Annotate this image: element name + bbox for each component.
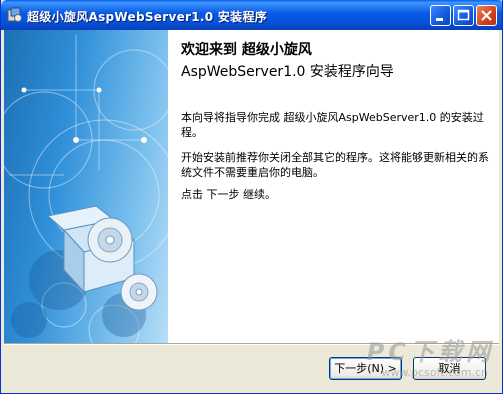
minimize-icon bbox=[436, 18, 443, 21]
maximize-icon bbox=[457, 9, 470, 21]
title-bar[interactable]: 超级小旋风AspWebServer1.0 安装程序 bbox=[1, 0, 502, 30]
recommendation-text: 开始安装前推荐你关闭全部其它的程序。这将能够更新相关的系统文件不需要重启你的电脑… bbox=[181, 151, 489, 179]
watermark-url: www.pcsoft.com.cn bbox=[381, 366, 488, 379]
installer-app-icon bbox=[7, 7, 22, 22]
maximize-button[interactable] bbox=[453, 5, 474, 26]
installer-window: 超级小旋风AspWebServer1.0 安装程序 欢迎来到 超级小旋风 Asp… bbox=[0, 0, 503, 394]
wizard-content: 欢迎来到 超级小旋风 AspWebServer1.0 安装程序向导 本向导将指导… bbox=[168, 30, 499, 343]
wizard-banner-image bbox=[4, 30, 168, 343]
continue-hint-text: 点击 下一步 继续。 bbox=[181, 188, 276, 201]
window-title: 超级小旋风AspWebServer1.0 安装程序 bbox=[27, 10, 268, 24]
banner-artwork bbox=[4, 35, 168, 343]
minimize-button[interactable] bbox=[430, 5, 451, 26]
welcome-subheading: AspWebServer1.0 安装程序向导 bbox=[181, 64, 394, 80]
close-window-button[interactable] bbox=[476, 5, 497, 26]
intro-text: 本向导将指导你完成 超级小旋风AspWebServer1.0 的安装过程。 bbox=[181, 111, 484, 139]
close-icon bbox=[481, 10, 492, 21]
welcome-heading: 欢迎来到 超级小旋风 bbox=[181, 42, 312, 58]
watermark-logo: PC下载网 bbox=[366, 338, 494, 366]
